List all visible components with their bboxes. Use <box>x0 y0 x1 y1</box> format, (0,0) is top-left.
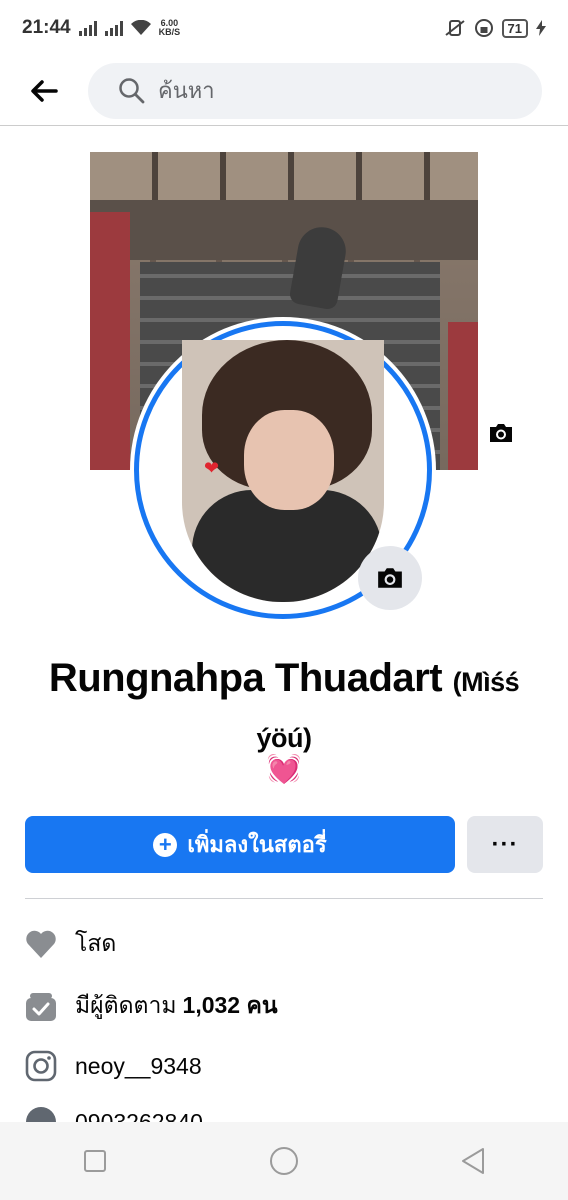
nav-circle-icon <box>269 1147 298 1175</box>
followers-prefix: มีผู้ติดตาม <box>75 992 177 1018</box>
back-arrow-icon <box>31 79 58 102</box>
instagram-icon <box>25 1050 57 1082</box>
camera-icon <box>378 568 402 588</box>
status-bar: 21:44 6.00 KB/S 71 <box>0 0 568 56</box>
system-nav-bar <box>0 1122 568 1200</box>
status-left: 21:44 6.00 KB/S <box>22 17 180 39</box>
home-button[interactable] <box>254 1131 314 1191</box>
system-back-button[interactable] <box>443 1131 503 1191</box>
cover-bg-band <box>90 200 478 260</box>
net-speed-unit: KB/S <box>158 27 181 37</box>
avatar-camera-button[interactable] <box>358 546 422 610</box>
info-instagram[interactable]: neoy__9348 <box>25 1044 202 1088</box>
battery-indicator: 71 <box>501 18 528 38</box>
avatar-face <box>244 410 334 510</box>
divider <box>25 898 543 899</box>
search-input[interactable]: ค้นหา <box>88 62 542 119</box>
relationship-text: โสด <box>75 930 117 956</box>
top-bar: ค้นหา <box>0 56 568 126</box>
search-placeholder: ค้นหา <box>158 78 215 103</box>
more-options-button[interactable]: ··· <box>467 816 543 873</box>
cover-camera-button[interactable] <box>478 413 524 453</box>
followers-icon <box>25 990 57 1022</box>
cover-bg-wall <box>90 152 478 200</box>
nav-triangle-icon <box>462 1148 485 1174</box>
charging-icon <box>536 20 546 36</box>
recents-button[interactable] <box>65 1131 125 1191</box>
net-speed: 6.00 KB/S <box>159 19 181 37</box>
profile-full-name: Rungnahpa Thuadart <box>48 656 443 700</box>
avatar[interactable]: ❤ <box>182 340 384 602</box>
nav-square-icon <box>83 1150 106 1172</box>
cover-bg-seat-right <box>448 322 478 470</box>
signal-1-icon <box>78 20 97 36</box>
wifi-icon <box>130 20 151 35</box>
back-button[interactable] <box>0 61 88 121</box>
profile-name: Rungnahpa Thuadart (Mìśś ýöú) <box>20 652 548 764</box>
status-time: 21:44 <box>22 17 71 38</box>
profile-bio: 💓 <box>266 753 302 784</box>
followers-count: 1,032 คน <box>182 992 278 1018</box>
cover-bg-seat-left <box>90 212 130 470</box>
camera-icon <box>490 424 512 442</box>
add-story-label: เพิ่มลงในสตอรี่ <box>187 832 327 857</box>
search-icon <box>119 77 145 103</box>
heart-sticker-icon: ❤ <box>204 458 220 478</box>
signal-2-icon <box>104 20 123 36</box>
info-followers[interactable]: มีผู้ติดตาม 1,032 คน <box>25 984 278 1028</box>
status-right: 71 <box>444 18 546 38</box>
lock-rotation-icon <box>474 19 493 37</box>
add-story-button[interactable]: + เพิ่มลงในสตอรี่ <box>25 816 455 873</box>
info-relationship: โสด <box>25 922 116 966</box>
heart-icon <box>25 928 57 960</box>
plus-icon: + <box>153 832 178 857</box>
vibrate-icon <box>444 20 465 36</box>
instagram-handle: neoy__9348 <box>75 1052 202 1079</box>
